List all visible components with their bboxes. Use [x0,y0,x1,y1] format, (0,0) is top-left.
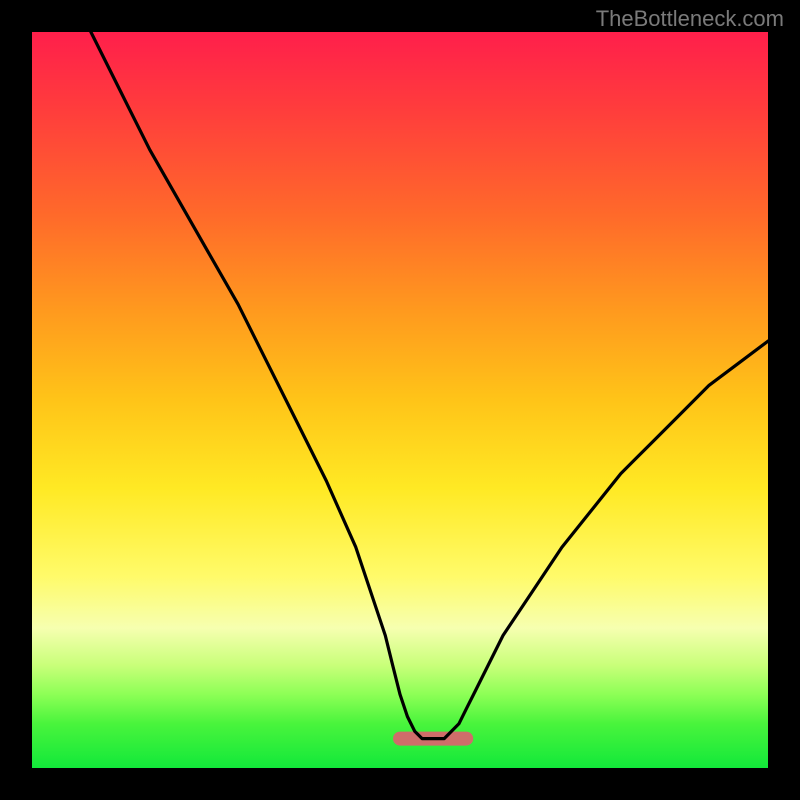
curve-plot [32,32,768,768]
chart-frame: TheBottleneck.com [0,0,800,800]
bottleneck-curve [91,32,768,739]
attribution-label: TheBottleneck.com [596,6,784,32]
